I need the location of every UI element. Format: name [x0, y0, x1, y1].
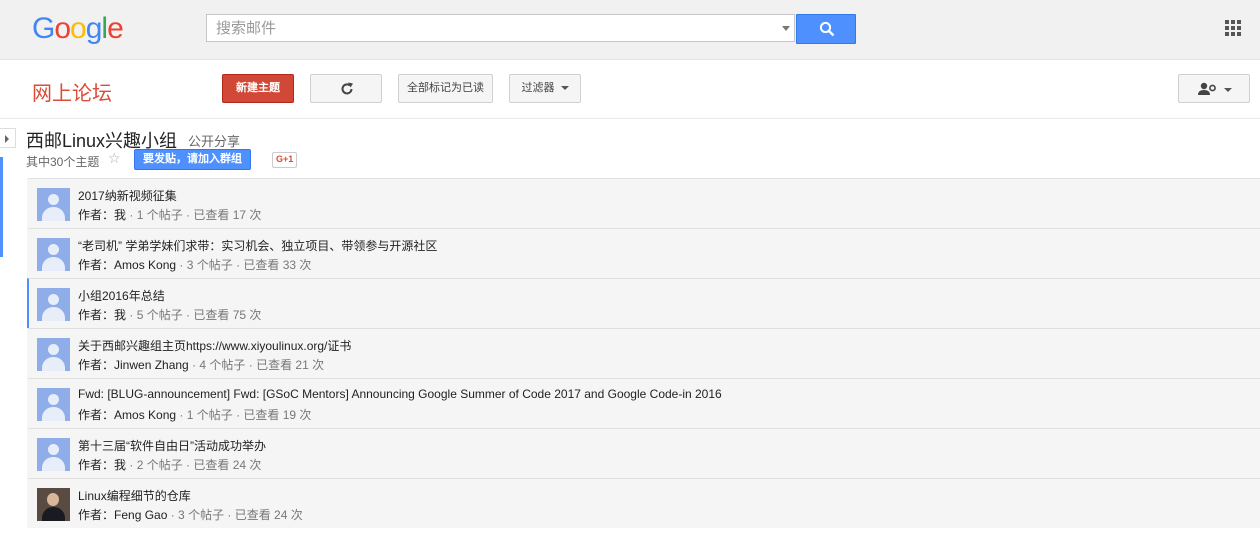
topic-count: 其中30个主题: [26, 155, 100, 169]
selection-indicator: [0, 157, 3, 257]
topic-row[interactable]: 小组2016年总结 作者：我 · 5 个帖子 · 已查看 75 次: [27, 278, 1260, 328]
topic-meta: 作者：我 · 5 个帖子 · 已查看 75 次: [78, 306, 261, 323]
logo-letter: g: [85, 12, 103, 45]
topic-row[interactable]: 2017纳新视频征集 作者：我 · 1 个帖子 · 已查看 17 次: [27, 178, 1260, 228]
topic-list: 2017纳新视频征集 作者：我 · 1 个帖子 · 已查看 17 次 “老司机”…: [27, 178, 1260, 528]
avatar: [37, 488, 70, 521]
avatar: [37, 388, 70, 421]
topic-author[interactable]: Feng Gao: [114, 508, 167, 522]
topic-stats: · 3 个帖子 · 已查看 33 次: [176, 258, 312, 272]
topic-stats: · 2 个帖子 · 已查看 24 次: [126, 458, 262, 472]
person-settings-icon: [1198, 82, 1216, 95]
apps-grid-icon[interactable]: [1225, 20, 1242, 37]
topic-row[interactable]: 关于西邮兴趣组主页https://www.xiyoulinux.org/证书 作…: [27, 328, 1260, 378]
top-bar: Google: [0, 0, 1260, 60]
author-prefix: 作者：: [78, 258, 115, 272]
topic-meta: 作者：Amos Kong · 1 个帖子 · 已查看 19 次: [78, 406, 311, 423]
search-input[interactable]: [207, 15, 776, 41]
filter-button[interactable]: 过滤器: [509, 74, 581, 103]
topic-author[interactable]: Amos Kong: [114, 258, 176, 272]
chevron-down-icon: [1224, 88, 1232, 92]
search-options-dropdown-icon[interactable]: [782, 26, 790, 31]
filter-label: 过滤器: [521, 82, 555, 94]
topic-row[interactable]: “老司机” 学弟学妹们求带：实习机会、独立项目、带领参与开源社区 作者：Amos…: [27, 228, 1260, 278]
author-prefix: 作者：: [78, 358, 115, 372]
group-share-status: 公开分享: [188, 134, 241, 149]
member-settings-button[interactable]: [1178, 74, 1250, 103]
logo-letter: o: [70, 12, 87, 45]
expand-sidebar-toggle[interactable]: [0, 128, 16, 148]
search-button[interactable]: [796, 14, 856, 44]
author-prefix: 作者：: [78, 508, 115, 522]
topic-title[interactable]: Linux编程细节的仓库: [78, 487, 191, 504]
topic-stats: · 4 个帖子 · 已查看 21 次: [188, 358, 325, 372]
refresh-icon: [341, 82, 353, 95]
topic-stats: · 3 个帖子 · 已查看 24 次: [167, 508, 303, 522]
topic-title[interactable]: 第十三届“软件自由日”活动成功举办: [78, 437, 266, 454]
topic-meta: 作者：我 · 1 个帖子 · 已查看 17 次: [78, 206, 261, 223]
refresh-button[interactable]: [310, 74, 382, 103]
author-prefix: 作者：: [78, 458, 115, 472]
topic-stats: · 1 个帖子 · 已查看 19 次: [176, 408, 312, 422]
avatar: [37, 438, 70, 471]
topic-author[interactable]: 我: [114, 308, 126, 322]
star-icon[interactable]: ☆: [108, 150, 121, 167]
topic-author[interactable]: 我: [114, 208, 126, 222]
topic-meta: 作者：Feng Gao · 3 个帖子 · 已查看 24 次: [78, 506, 303, 523]
avatar: [37, 238, 70, 271]
avatar: [37, 188, 70, 221]
topic-title[interactable]: Fwd: [BLUG-announcement] Fwd: [GSoC Ment…: [78, 387, 722, 401]
search-icon: [819, 21, 835, 37]
topic-title[interactable]: 小组2016年总结: [78, 287, 165, 304]
topic-meta: 作者：我 · 2 个帖子 · 已查看 24 次: [78, 456, 261, 473]
logo-letter: o: [54, 12, 71, 45]
topic-author[interactable]: Amos Kong: [114, 408, 176, 422]
topic-title[interactable]: “老司机” 学弟学妹们求带：实习机会、独立项目、带领参与开源社区: [78, 237, 437, 254]
logo-letter: G: [32, 12, 55, 45]
toolbar: 网上论坛 新建主题 全部标记为已读 过滤器: [0, 59, 1260, 119]
topic-author[interactable]: 我: [114, 458, 126, 472]
topic-stats: · 5 个帖子 · 已查看 75 次: [126, 308, 262, 322]
author-prefix: 作者：: [78, 308, 115, 322]
join-group-button[interactable]: 要发贴，请加入群组: [134, 149, 251, 170]
new-topic-button[interactable]: 新建主题: [222, 74, 294, 103]
topic-stats: · 1 个帖子 · 已查看 17 次: [126, 208, 262, 222]
google-plus-one-button[interactable]: G+1: [272, 152, 298, 168]
topic-title[interactable]: 2017纳新视频征集: [78, 187, 177, 204]
avatar: [37, 338, 70, 371]
logo-letter: e: [107, 12, 124, 45]
topic-row[interactable]: Fwd: [BLUG-announcement] Fwd: [GSoC Ment…: [27, 378, 1260, 428]
topic-author[interactable]: Jinwen Zhang: [114, 358, 189, 372]
topic-title[interactable]: 关于西邮兴趣组主页https://www.xiyoulinux.org/证书: [78, 337, 351, 354]
author-prefix: 作者：: [78, 408, 115, 422]
search-box: [206, 14, 795, 42]
topic-row[interactable]: 第十三届“软件自由日”活动成功举办 作者：我 · 2 个帖子 · 已查看 24 …: [27, 428, 1260, 478]
forum-title[interactable]: 网上论坛: [32, 77, 112, 106]
avatar: [37, 288, 70, 321]
topic-meta: 作者：Jinwen Zhang · 4 个帖子 · 已查看 21 次: [78, 356, 324, 373]
topic-meta: 作者：Amos Kong · 3 个帖子 · 已查看 33 次: [78, 256, 311, 273]
author-prefix: 作者：: [78, 208, 115, 222]
topic-row[interactable]: Linux编程细节的仓库 作者：Feng Gao · 3 个帖子 · 已查看 2…: [27, 478, 1260, 528]
chevron-down-icon: [560, 86, 569, 91]
mark-all-read-button[interactable]: 全部标记为已读: [398, 74, 493, 103]
google-logo[interactable]: Google: [32, 12, 124, 46]
